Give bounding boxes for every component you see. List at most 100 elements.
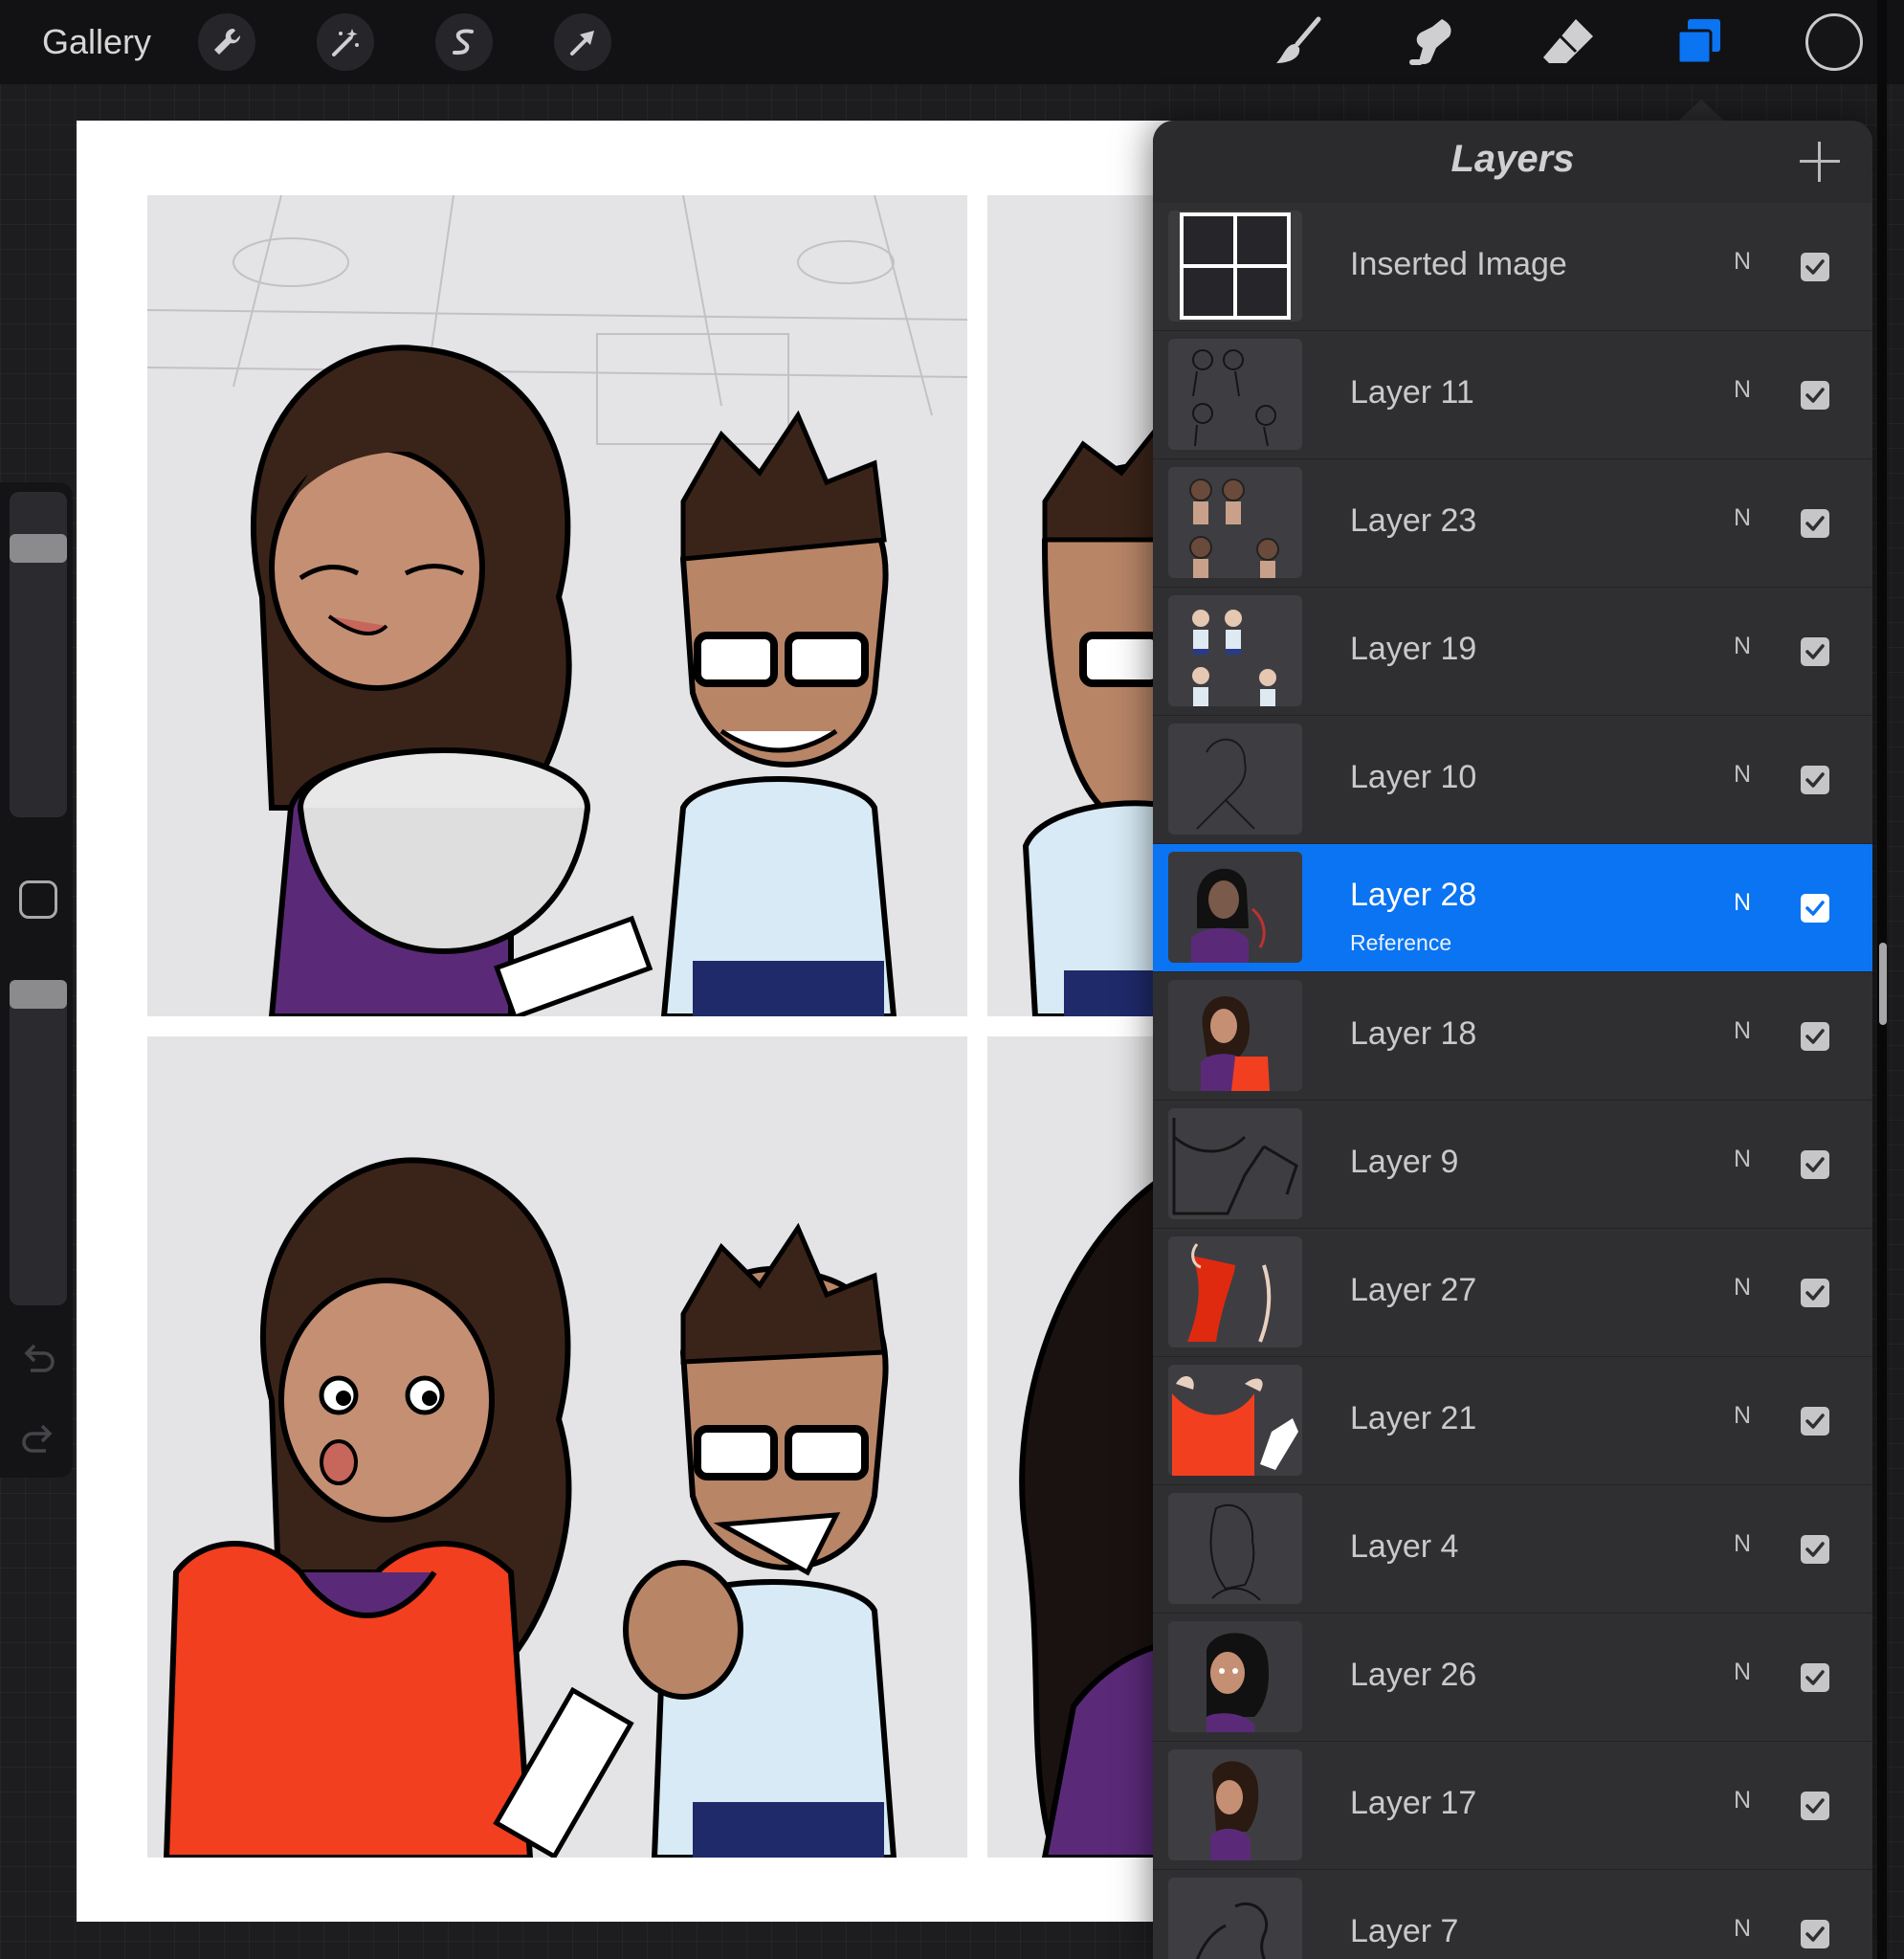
layer-name: Layer 23 [1350, 502, 1477, 539]
layer-row[interactable]: Layer 21 N [1153, 1357, 1872, 1485]
layer-name: Inserted Image [1350, 246, 1567, 282]
layer-thumbnail[interactable] [1168, 980, 1302, 1091]
layer-name: Layer 26 [1350, 1657, 1477, 1693]
undo-icon[interactable] [19, 1340, 57, 1378]
layer-thumbnail[interactable] [1168, 1621, 1302, 1732]
layer-thumbnail[interactable] [1168, 211, 1302, 322]
layer-thumbnail[interactable] [1168, 1493, 1302, 1604]
visibility-checkbox[interactable] [1801, 1150, 1829, 1179]
layer-thumbnail[interactable] [1168, 595, 1302, 706]
layer-thumbnail[interactable] [1168, 1365, 1302, 1476]
visibility-checkbox[interactable] [1801, 1279, 1829, 1307]
layer-thumbnail[interactable] [1168, 852, 1302, 963]
redo-icon[interactable] [19, 1420, 57, 1458]
layers-title: Layers [1450, 138, 1575, 180]
blend-mode-button[interactable]: N [1734, 1274, 1751, 1302]
eraser-icon[interactable] [1536, 10, 1601, 75]
blend-mode-button[interactable]: N [1734, 1017, 1751, 1045]
blend-mode-button[interactable]: N [1734, 761, 1751, 789]
brush-size-thumb[interactable] [10, 534, 67, 563]
layer-name: Layer 17 [1350, 1785, 1477, 1821]
magic-wand-icon[interactable] [317, 13, 374, 71]
layer-name: Layer 21 [1350, 1400, 1477, 1436]
visibility-checkbox[interactable] [1801, 1663, 1829, 1692]
layer-reference-label: Reference [1350, 930, 1452, 955]
layer-thumbnail[interactable] [1168, 723, 1302, 835]
layer-name: Layer 11 [1350, 374, 1474, 411]
layer-name: Layer 9 [1350, 1144, 1459, 1180]
layer-row[interactable]: Inserted Image N [1153, 203, 1872, 331]
blend-mode-button[interactable]: N [1734, 1658, 1751, 1686]
layer-row[interactable]: Layer 19 N [1153, 588, 1872, 716]
blend-mode-button[interactable]: N [1734, 504, 1751, 532]
blend-mode-button[interactable]: N [1734, 1787, 1751, 1814]
layer-row[interactable]: Layer 7 N [1153, 1870, 1872, 1959]
visibility-checkbox[interactable] [1801, 1792, 1829, 1820]
visibility-checkbox[interactable] [1801, 766, 1829, 794]
layer-row[interactable]: Layer 26 N [1153, 1614, 1872, 1742]
gallery-button[interactable]: Gallery [42, 19, 151, 65]
layer-row[interactable]: Layer 18 N [1153, 972, 1872, 1101]
color-picker-button[interactable] [1805, 13, 1863, 71]
layers-scrollbar[interactable] [1879, 943, 1887, 1025]
layer-row[interactable]: Layer 11 N [1153, 331, 1872, 459]
selection-icon[interactable] [435, 13, 493, 71]
opacity-slider[interactable] [10, 980, 67, 1305]
blend-mode-button[interactable]: N [1734, 376, 1751, 404]
layer-name: Layer 28 [1350, 877, 1477, 913]
layer-thumbnail[interactable] [1168, 339, 1302, 450]
layer-thumbnail[interactable] [1168, 467, 1302, 578]
blend-mode-button[interactable]: N [1734, 248, 1751, 276]
opacity-thumb[interactable] [10, 980, 67, 1009]
blend-mode-button[interactable]: N [1734, 633, 1751, 660]
layer-name: Layer 4 [1350, 1528, 1459, 1565]
layer-name: Layer 27 [1350, 1272, 1477, 1308]
layer-thumbnail[interactable] [1168, 1749, 1302, 1860]
blend-mode-button[interactable]: N [1734, 1530, 1751, 1558]
visibility-checkbox[interactable] [1801, 509, 1829, 538]
visibility-checkbox[interactable] [1801, 637, 1829, 666]
blend-mode-button[interactable]: N [1734, 1915, 1751, 1943]
comic-panel-3 [147, 1036, 967, 1858]
layers-panel-caret [1676, 100, 1726, 122]
visibility-checkbox[interactable] [1801, 894, 1829, 923]
layer-list: Inserted Image N Layer 11 N Layer 23 N Layer 1… [1153, 203, 1872, 1959]
blend-mode-button[interactable]: N [1734, 889, 1751, 917]
layer-row[interactable]: Layer 10 N [1153, 716, 1872, 844]
visibility-checkbox[interactable] [1801, 1920, 1829, 1948]
smudge-icon[interactable] [1398, 10, 1463, 75]
layer-row[interactable]: Layer 9 N [1153, 1101, 1872, 1229]
layer-thumbnail[interactable] [1168, 1108, 1302, 1219]
plus-icon[interactable] [1798, 140, 1842, 184]
brush-icon[interactable] [1265, 10, 1330, 75]
layers-icon[interactable] [1667, 10, 1732, 75]
layer-thumbnail[interactable] [1168, 1878, 1302, 1959]
layer-name: Layer 10 [1350, 759, 1477, 795]
layers-panel: Layers Inserted Image N Layer 11 N Layer 23 N… [1153, 121, 1872, 1959]
modify-button[interactable] [19, 880, 57, 919]
layer-row[interactable]: Layer 23 N [1153, 459, 1872, 588]
visibility-checkbox[interactable] [1801, 381, 1829, 410]
layer-row[interactable]: Layer 17 N [1153, 1742, 1872, 1870]
wrench-icon[interactable] [198, 13, 255, 71]
layer-row[interactable]: Layer 27 N [1153, 1229, 1872, 1357]
layer-row[interactable]: Layer 28 Reference N [1153, 844, 1872, 972]
comic-panel-1 [147, 195, 967, 1016]
layer-name: Layer 7 [1350, 1913, 1459, 1949]
left-sidebar [0, 482, 73, 1478]
transform-arrow-icon[interactable] [554, 13, 611, 71]
drawing-canvas[interactable] [77, 121, 1253, 1922]
blend-mode-button[interactable]: N [1734, 1402, 1751, 1430]
visibility-checkbox[interactable] [1801, 1535, 1829, 1564]
layer-thumbnail[interactable] [1168, 1236, 1302, 1347]
layer-row[interactable]: Layer 4 N [1153, 1485, 1872, 1614]
visibility-checkbox[interactable] [1801, 1022, 1829, 1051]
blend-mode-button[interactable]: N [1734, 1146, 1751, 1173]
layer-name: Layer 18 [1350, 1015, 1477, 1052]
visibility-checkbox[interactable] [1801, 253, 1829, 281]
top-toolbar: Gallery [0, 0, 1904, 84]
visibility-checkbox[interactable] [1801, 1407, 1829, 1436]
brush-size-slider[interactable] [10, 492, 67, 817]
layer-name: Layer 19 [1350, 631, 1477, 667]
layers-header: Layers [1153, 121, 1872, 203]
